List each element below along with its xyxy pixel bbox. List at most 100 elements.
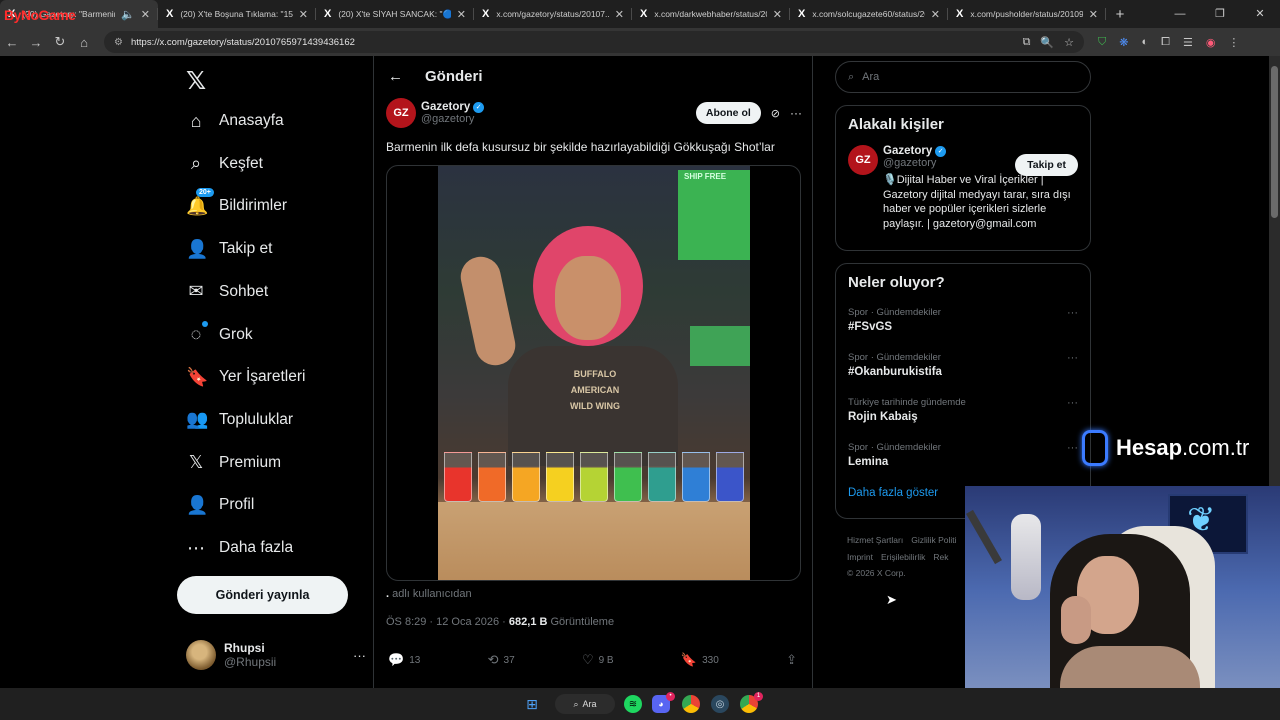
zoom-icon[interactable]: 🔍	[1040, 36, 1054, 49]
footer-link[interactable]: Imprint	[847, 552, 873, 562]
url-text[interactable]: https://x.com/gazetory/status/2010765971…	[131, 37, 355, 48]
tab-title[interactable]: x.com/solcugazete60/status/20...	[812, 9, 924, 19]
spotify-icon[interactable]: ≋	[624, 695, 642, 713]
nav-item-notifications[interactable]: 🔔 20+ Bildirimler	[186, 187, 287, 222]
related-person[interactable]: GZ Gazetory ✓ @gazetory 🎙️Dijital Haber v…	[836, 133, 1090, 239]
tab-close-icon[interactable]: ✕	[457, 8, 466, 21]
post-more-icon[interactable]: ···	[790, 106, 802, 120]
puzzle-extensions-icon[interactable]: ⧠	[1161, 36, 1170, 49]
forward-nav-icon[interactable]: →	[24, 35, 48, 50]
chrome-profile-icon[interactable]: 1	[740, 692, 763, 713]
nav-item-premium[interactable]: 𝕏 Premium	[186, 447, 281, 479]
nav-item-profile[interactable]: 👤 Profil	[186, 489, 254, 521]
grok-icon[interactable]: ⊘	[771, 107, 780, 120]
trend-item[interactable]: Spor · Gündemdekiler #Okanburukistifa ···	[836, 352, 1090, 397]
tab-close-icon[interactable]: ✕	[615, 8, 624, 21]
nav-item-home[interactable]: ⌂ Anasayfa	[186, 105, 284, 137]
browser-tab[interactable]: Xx.com/darkwebhaber/status/20... ✕	[632, 0, 790, 28]
browser-menu-icon[interactable]: ⋮	[1228, 36, 1239, 49]
tab-title[interactable]: (20) X'te SİYAH SANCAK: "🔵 E...	[338, 9, 450, 20]
trend-item[interactable]: Spor · Gündemdekiler #FSvGS ···	[836, 307, 1090, 352]
post-button[interactable]: Gönderi yayınla	[177, 576, 348, 614]
trend-tag[interactable]: #FSvGS	[848, 321, 1078, 333]
trend-item[interactable]: Spor · Gündemdekiler Lemina ···	[836, 442, 1090, 487]
chrome-icon[interactable]	[682, 695, 700, 713]
tab-close-icon[interactable]: ✕	[141, 8, 150, 21]
follow-button[interactable]: Takip et	[1015, 154, 1078, 176]
trend-more-icon[interactable]: ···	[1067, 397, 1078, 409]
subscribe-button[interactable]: Abone ol	[695, 102, 761, 124]
bookmark-button[interactable]: 🔖 330	[681, 652, 719, 668]
nav-item-explore[interactable]: ⌕ Keşfet	[186, 148, 263, 180]
trend-tag[interactable]: Rojin Kabaiş	[848, 411, 1078, 423]
trend-item[interactable]: Türkiye tarihinde gündemde Rojin Kabaiş ··…	[836, 397, 1090, 442]
nav-item-grok[interactable]: ◌ Grok	[186, 319, 253, 351]
author-handle[interactable]: @gazetory	[421, 113, 484, 125]
post-video[interactable]: SHIP FREE BUFFALO AMERICAN WILD WING	[386, 165, 801, 581]
reading-list-icon[interactable]: ☰	[1183, 36, 1193, 49]
taskbar-search[interactable]: ⌕ Ara	[555, 694, 615, 714]
back-nav-icon[interactable]: ←	[0, 35, 24, 50]
steam-icon[interactable]: ◎	[711, 695, 729, 713]
nav-item-bookmarks[interactable]: 🔖 Yer İşaretleri	[186, 361, 305, 393]
video-frame[interactable]: SHIP FREE BUFFALO AMERICAN WILD WING	[438, 166, 750, 580]
trend-more-icon[interactable]: ···	[1067, 442, 1078, 454]
close-window-button[interactable]: ✕	[1240, 0, 1280, 28]
scrollbar-thumb[interactable]	[1271, 66, 1278, 218]
author-name[interactable]: Gazetory ✓	[421, 101, 485, 113]
browser-tab[interactable]: Xx.com/solcugazete60/status/20... ✕	[790, 0, 948, 28]
share-button[interactable]: ⇪	[786, 652, 802, 668]
trend-more-icon[interactable]: ···	[1067, 307, 1078, 319]
browser-tab[interactable]: X (20) X'te SİYAH SANCAK: "🔵 E... ✕	[316, 0, 474, 28]
repost-button[interactable]: ⟲ 37	[488, 652, 515, 668]
tab-title[interactable]: x.com/pusholder/status/20109...	[970, 9, 1082, 19]
home-icon[interactable]: ⌂	[72, 35, 96, 50]
browser-tab[interactable]: X (20) X'te Boşuna Tıklama: "15 y... ✕	[158, 0, 316, 28]
footer-link[interactable]: Rek	[933, 552, 948, 562]
footer-link[interactable]: Gizlilik Politi	[911, 535, 956, 545]
maximize-button[interactable]: ❐	[1200, 0, 1240, 28]
nav-item-communities[interactable]: 👥 Topluluklar	[186, 404, 293, 436]
tab-close-icon[interactable]: ✕	[931, 8, 940, 21]
back-arrow-icon[interactable]: ←	[388, 68, 403, 85]
discord-icon[interactable]: ◕ •	[652, 692, 675, 713]
windows-start-icon[interactable]: ⊞	[523, 694, 541, 714]
account-switcher[interactable]: Rhupsi @Rhupsii ···	[186, 640, 366, 670]
tab-close-icon[interactable]: ✕	[1089, 8, 1098, 21]
related-avatar[interactable]: GZ	[848, 145, 878, 175]
account-more-icon[interactable]: ···	[353, 648, 366, 663]
nav-item-follow[interactable]: 👤 Takip et	[186, 233, 272, 265]
trend-tag[interactable]: Lemina	[848, 456, 1078, 468]
trend-tag[interactable]: #Okanburukistifa	[848, 366, 1078, 378]
like-button[interactable]: ♡ 9 B	[582, 652, 614, 668]
install-app-icon[interactable]: ⧉	[1023, 36, 1031, 49]
tab-close-icon[interactable]: ✕	[773, 8, 782, 21]
trend-more-icon[interactable]: ···	[1067, 352, 1078, 364]
nav-item-more[interactable]: ⋯ Daha fazla	[186, 532, 293, 564]
profile-avatar-icon[interactable]: ◉	[1206, 36, 1216, 49]
tab-audio-icon[interactable]: 🔈	[121, 8, 135, 21]
url-omnibox[interactable]: ⚙ https://x.com/gazetory/status/20107659…	[104, 31, 1084, 53]
post-timestamp[interactable]: ÖS 8:29 · 12 Oca 2026 ·	[386, 616, 509, 628]
search-placeholder[interactable]: Ara	[862, 71, 879, 83]
browser-tab[interactable]: Xx.com/pusholder/status/20109... ✕	[948, 0, 1106, 28]
shield-extension-icon[interactable]: ⛉	[1098, 36, 1106, 49]
author-avatar[interactable]: GZ	[386, 98, 416, 128]
reload-icon[interactable]: ↻	[48, 34, 72, 50]
x-logo-icon[interactable]: 𝕏	[186, 66, 206, 96]
tab-title[interactable]: (20) X'te Boşuna Tıklama: "15 y...	[180, 9, 292, 19]
search-input[interactable]: ⌕ Ara	[835, 61, 1091, 93]
tab-close-icon[interactable]: ✕	[299, 8, 308, 21]
tab-title[interactable]: x.com/darkwebhaber/status/20...	[654, 9, 766, 19]
footer-link[interactable]: Hizmet Şartları	[847, 535, 903, 545]
translate-extension-icon[interactable]: ❋	[1119, 36, 1128, 49]
footer-link[interactable]: Erişilebilirlik	[881, 552, 925, 562]
bookmark-star-icon[interactable]: ☆	[1064, 36, 1074, 49]
tab-title[interactable]: x.com/gazetory/status/20107...	[496, 9, 608, 19]
new-tab-button[interactable]: +	[1106, 6, 1134, 23]
nav-item-chat[interactable]: ✉ Sohbet	[186, 276, 268, 308]
minimize-button[interactable]: —	[1160, 0, 1200, 28]
theme-extension-icon[interactable]: ◐	[1141, 36, 1148, 49]
browser-tab[interactable]: Xx.com/gazetory/status/20107... ✕	[474, 0, 632, 28]
reply-button[interactable]: 💬 13	[388, 652, 420, 668]
